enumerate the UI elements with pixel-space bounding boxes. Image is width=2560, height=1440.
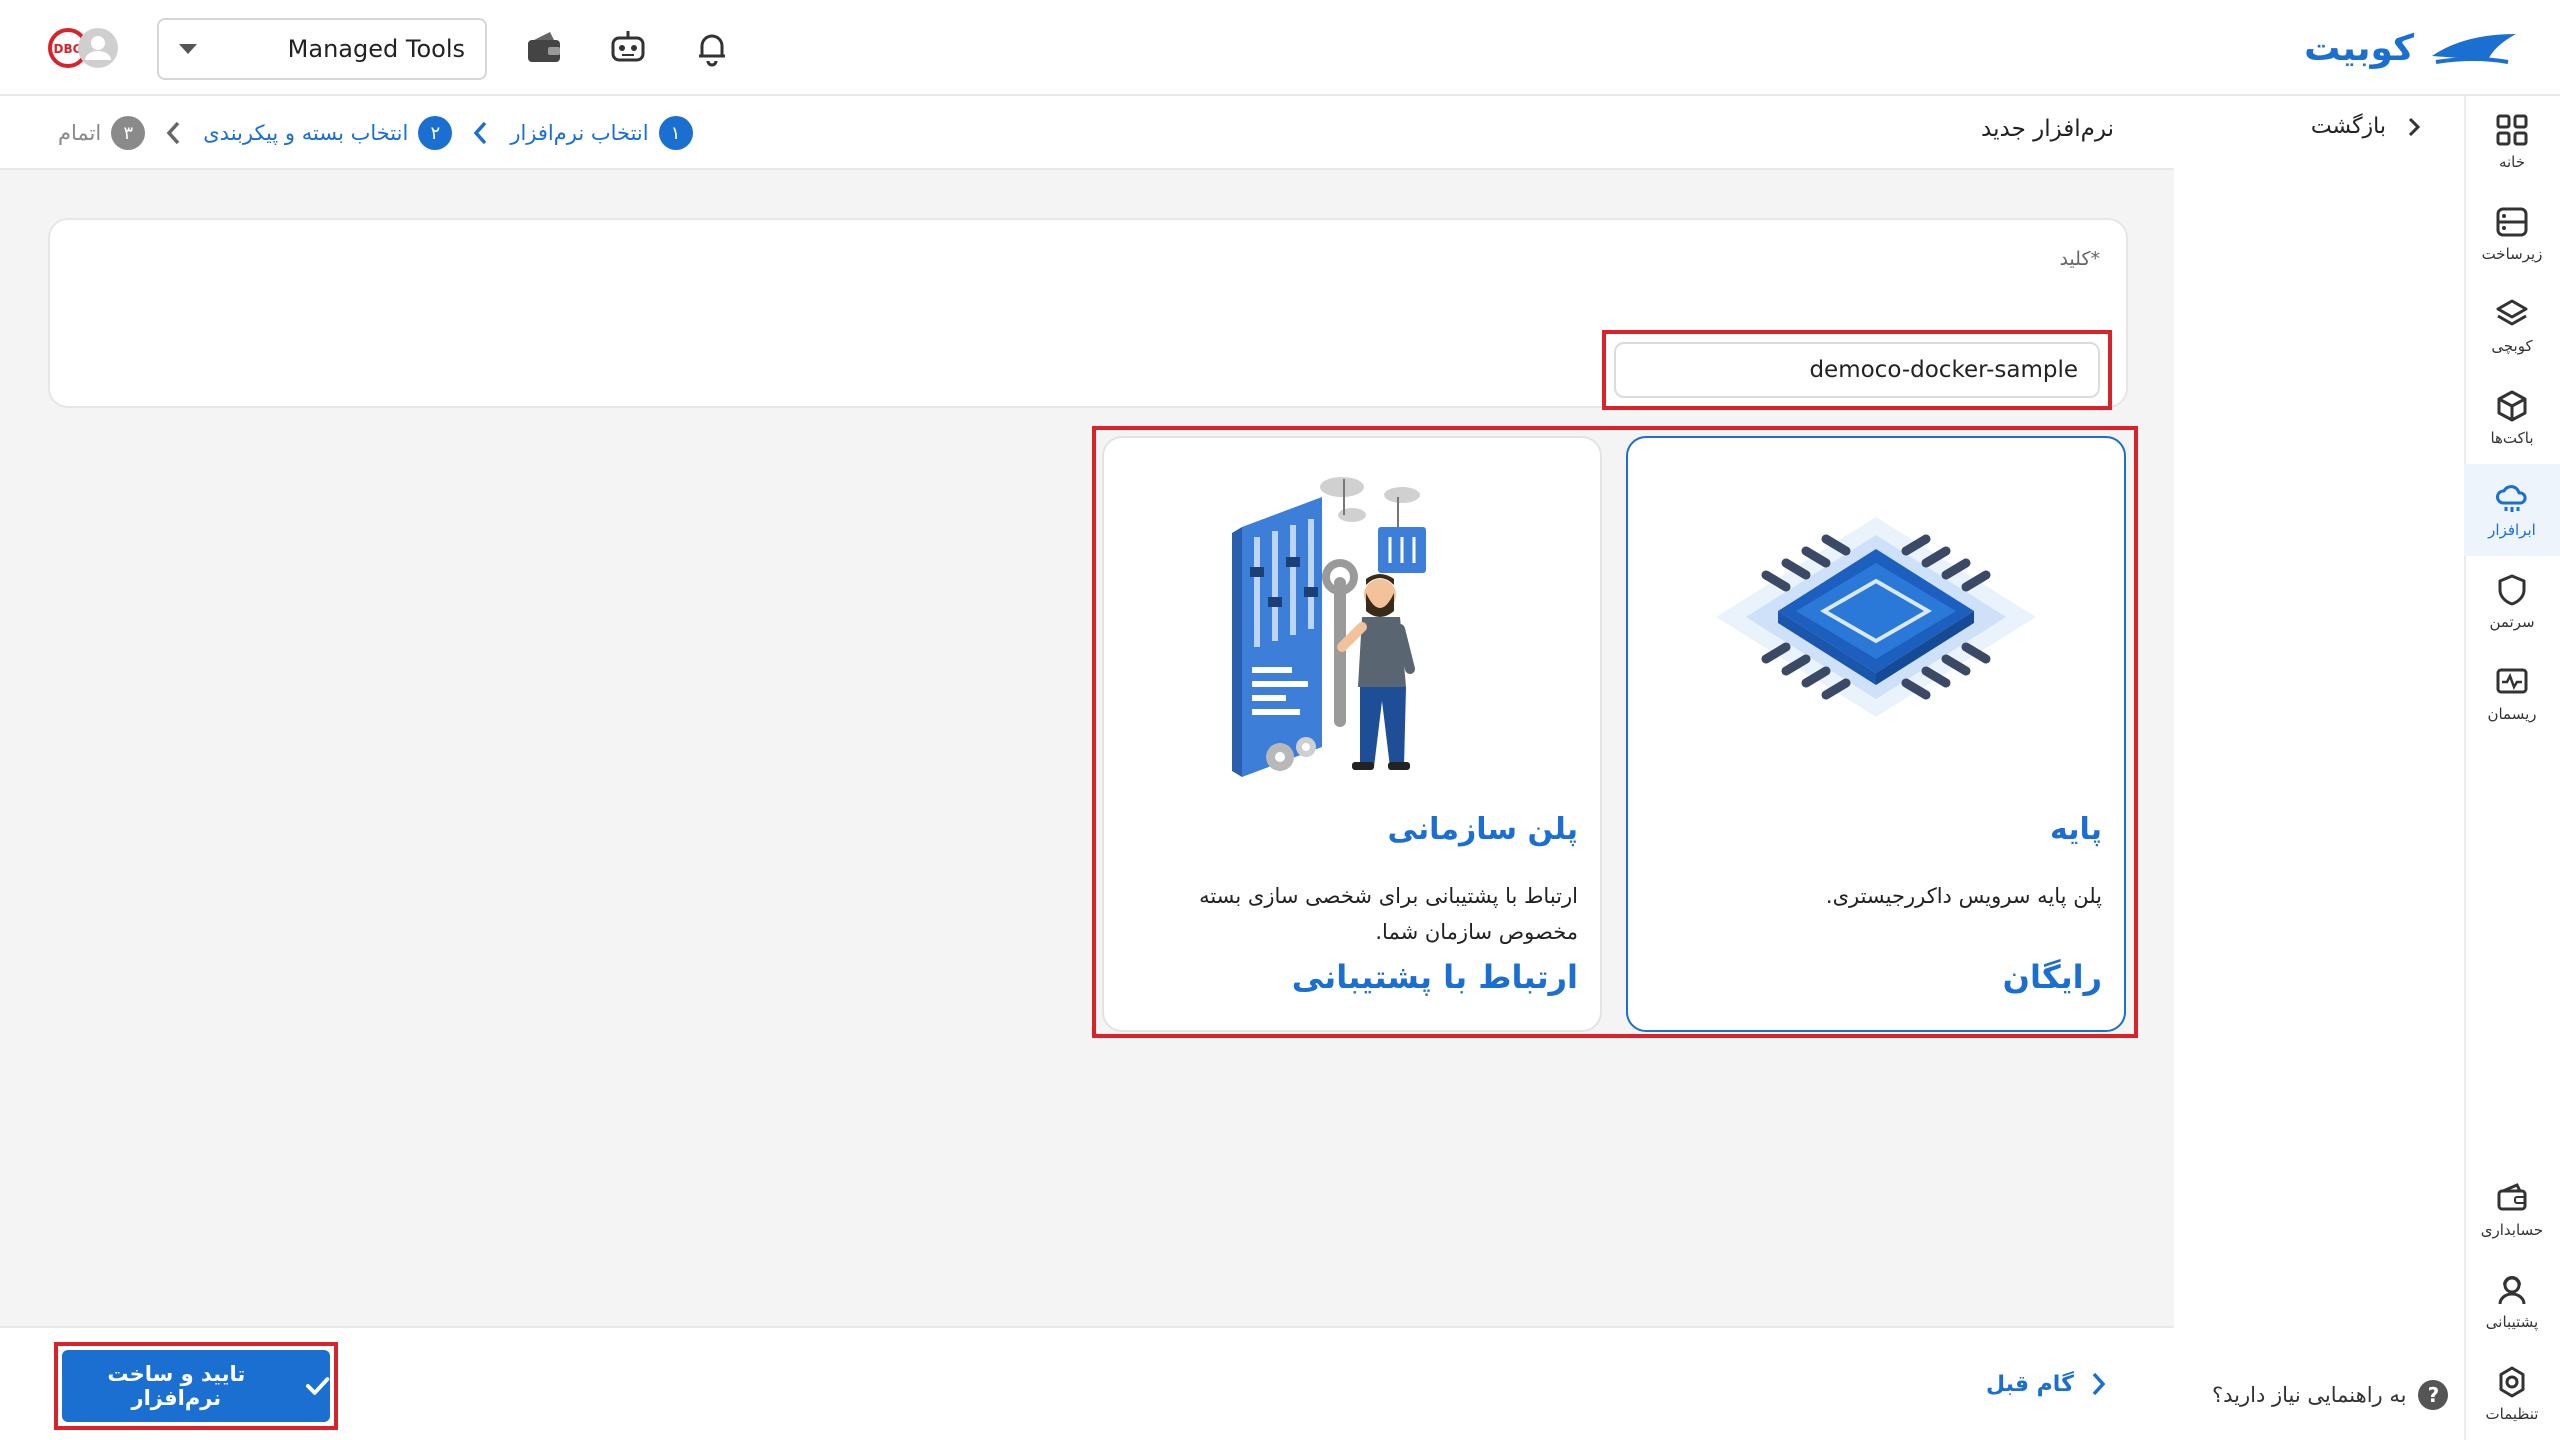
nav-item-infrastructure[interactable]: زیرساخت — [2464, 188, 2560, 280]
step-label: انتخاب نرم‌افزار — [510, 121, 649, 145]
nav-item-label: ریسمان — [2487, 705, 2537, 723]
stepper: ۱ انتخاب نرم‌افزار ۲ انتخاب بسته و پیکرب… — [58, 114, 693, 152]
main-nav-rail: خانه زیرساخت کوبچی باکت‌ها ابرافزار سرتم… — [2464, 96, 2560, 1440]
chevron-down-icon — [179, 44, 197, 54]
nav-item-label: باکت‌ها — [2490, 429, 2534, 447]
nav-item-risman[interactable]: ریسمان — [2464, 648, 2560, 740]
nav-item-abrafzar[interactable]: ابرافزار — [2464, 464, 2560, 556]
workspace-select[interactable]: Managed Tools — [157, 18, 487, 80]
key-card: کلید* — [48, 218, 2128, 410]
step-select-plan[interactable]: ۲ انتخاب بسته و پیکربندی — [203, 116, 453, 150]
nav-item-buckets[interactable]: باکت‌ها — [2464, 372, 2560, 464]
nav-item-label: حسابداری — [2480, 1221, 2544, 1239]
robot-icon[interactable] — [606, 26, 650, 70]
plan-card-enterprise[interactable]: پلن سازمانی ارتباط با پشتیبانی برای شخصی… — [1102, 436, 1602, 1032]
confirm-create-button[interactable]: تایید و ساخت نرم‌افزار — [62, 1350, 330, 1422]
main-content: کلید* democo-docker-sample پایه پلن پایه… — [0, 170, 2174, 1326]
nav-item-settings[interactable]: تنظیمات — [2464, 1348, 2560, 1440]
chevron-right-icon — [2092, 1372, 2106, 1396]
workspace-value: Managed Tools — [287, 35, 465, 63]
plan-description: ارتباط با پشتیبانی برای شخصی سازی بسته م… — [1199, 884, 1578, 944]
plan-title: پلن سازمانی — [1387, 812, 1578, 847]
cloud-app-icon — [2496, 485, 2527, 512]
step-number: ۱ — [658, 116, 693, 150]
wallet-icon — [2497, 1183, 2527, 1211]
key-label: کلید* — [2059, 248, 2100, 270]
nav-item-label: ابرافزار — [2488, 521, 2536, 539]
plan-card-basic[interactable]: پایه پلن پایه سرویس داکررجیستری. رایگان — [1626, 436, 2126, 1032]
bell-icon[interactable] — [690, 26, 734, 70]
nav-item-accounting[interactable]: حسابداری — [2464, 1164, 2560, 1256]
step-number: ۳ — [111, 116, 146, 150]
plan-description: پلن پایه سرویس داکررجیستری. — [1825, 884, 2102, 908]
step-label: انتخاب بسته و پیکربندی — [203, 121, 409, 145]
plans-highlight: پایه پلن پایه سرویس داکررجیستری. رایگان — [1092, 426, 2138, 1038]
logo-text: کوبیت — [2304, 27, 2414, 69]
shield-icon — [2498, 574, 2526, 606]
help-link[interactable]: ? به راهنمایی نیاز دارید؟ — [2212, 1380, 2449, 1410]
step-number: ۲ — [418, 116, 453, 150]
wallet-icon[interactable] — [522, 26, 566, 70]
logo[interactable]: کوبیت — [2304, 22, 2520, 74]
step-finish: ۳ اتمام — [58, 116, 146, 150]
page-header: نرم‌افزار جدید ۱ انتخاب نرم‌افزار ۲ انتخ… — [0, 96, 2174, 170]
nav-item-home[interactable]: خانه — [2464, 96, 2560, 188]
ship-logo-icon — [2432, 34, 2516, 64]
server-icon — [2496, 207, 2528, 237]
plan-price: رایگان — [2002, 958, 2102, 996]
plan-title: پایه — [2050, 812, 2102, 847]
gear-icon — [2499, 1366, 2525, 1398]
nav-item-label: زیرساخت — [2481, 245, 2543, 263]
top-bar: کوبیت Managed Tools DBG — [0, 0, 2560, 96]
monitor-icon — [2496, 668, 2528, 694]
check-icon — [305, 1377, 330, 1395]
page-title: نرم‌افزار جدید — [1981, 116, 2114, 142]
grid-icon — [2496, 114, 2528, 146]
support-icon — [2498, 1276, 2526, 1305]
previous-step-label: گام قبل — [1986, 1371, 2074, 1397]
step-select-software[interactable]: ۱ انتخاب نرم‌افزار — [510, 116, 693, 150]
user-menu[interactable]: DBG — [48, 24, 122, 72]
nav-item-kubchi[interactable]: کوبچی — [2464, 280, 2560, 372]
nav-item-label: سرتمن — [2489, 613, 2535, 631]
footer-bar: تایید و ساخت نرم‌افزار گام قبل — [0, 1326, 2174, 1440]
previous-step-button[interactable]: گام قبل — [1986, 1370, 2108, 1398]
chevron-right-icon — [2408, 117, 2421, 136]
step-label: اتمام — [58, 121, 102, 145]
confirm-highlight: تایید و ساخت نرم‌افزار — [54, 1342, 338, 1430]
nav-item-label: کوبچی — [2491, 337, 2533, 355]
nav-item-label: خانه — [2498, 153, 2526, 171]
help-text: به راهنمایی نیاز دارید؟ — [2212, 1383, 2407, 1407]
back-button[interactable]: بازگشت — [2311, 114, 2424, 139]
plan-price: ارتباط با پشتیبانی — [1291, 958, 1578, 996]
chevron-left-icon — [159, 118, 189, 148]
box-icon — [2497, 390, 2527, 422]
back-label: بازگشت — [2310, 114, 2386, 139]
sub-sidebar: بازگشت — [2124, 96, 2464, 1440]
engineer-illustration — [1104, 452, 1600, 782]
chevron-left-icon — [466, 118, 496, 148]
nav-item-label: پشتیبانی — [2485, 1313, 2539, 1331]
layers-icon — [2496, 299, 2528, 326]
nav-item-sartaman[interactable]: سرتمن — [2464, 556, 2560, 648]
chip-illustration — [1628, 452, 2124, 782]
confirm-label: تایید و ساخت نرم‌افزار — [107, 1362, 246, 1410]
question-icon: ? — [2418, 1380, 2449, 1410]
key-input[interactable] — [1614, 342, 2100, 398]
nav-item-label: تنظیمات — [2485, 1405, 2539, 1423]
key-input-highlight — [1602, 330, 2112, 410]
nav-item-support[interactable]: پشتیبانی — [2464, 1256, 2560, 1348]
